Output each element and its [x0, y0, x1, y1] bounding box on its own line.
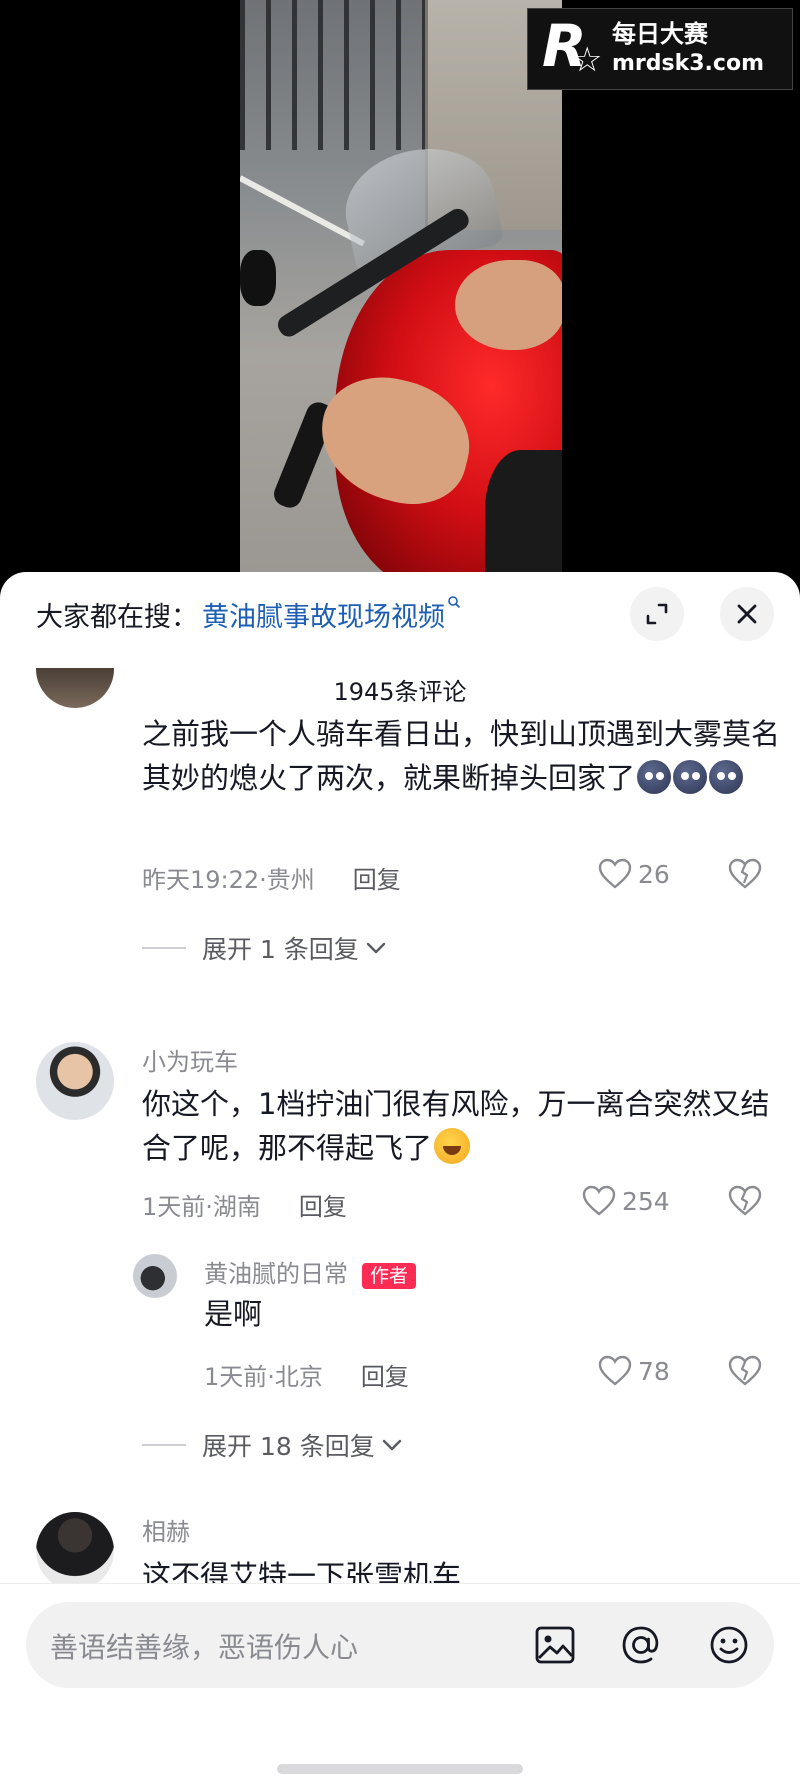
- reply-button[interactable]: 回复: [353, 860, 401, 895]
- chevron-down-icon: [366, 942, 386, 954]
- comment-input[interactable]: 善语结善缘，恶语伤人心: [26, 1602, 774, 1688]
- smiley-icon: [710, 1626, 748, 1664]
- close-icon: [737, 604, 757, 624]
- mention-button[interactable]: [618, 1622, 664, 1668]
- emoji-button[interactable]: [706, 1622, 752, 1668]
- broken-heart-icon: [728, 1355, 762, 1386]
- avatar[interactable]: [36, 1042, 114, 1120]
- blob-emoji: [709, 760, 744, 794]
- dislike-button[interactable]: [728, 1185, 762, 1221]
- comment-count-title: 1945条评论: [333, 678, 467, 706]
- comment-username[interactable]: 小为玩车: [142, 1042, 238, 1077]
- comment-time-location: 昨天19:22·贵州: [142, 866, 315, 894]
- broken-heart-icon: [728, 858, 762, 889]
- comment-input-placeholder: 善语结善缘，恶语伤人心: [50, 1631, 359, 1664]
- image-icon: [535, 1626, 575, 1664]
- watermark-url: mrdsk3.com: [612, 51, 764, 76]
- home-indicator[interactable]: [277, 1764, 523, 1774]
- video-jacket: [485, 450, 562, 590]
- search-suggestion-link[interactable]: 黄油腻事故现场视频: [202, 595, 445, 634]
- video-hand-right: [455, 260, 562, 350]
- search-suggestion[interactable]: 大家都在搜： 黄油腻事故现场视频: [36, 594, 461, 634]
- watermark: R ☆ 每日大赛 mrdsk3.com: [527, 8, 793, 90]
- heart-icon: [598, 1355, 632, 1386]
- expand-replies-button[interactable]: 展开 1 条回复: [142, 930, 387, 966]
- close-button[interactable]: [720, 587, 774, 641]
- expand-replies-label: 展开 18 条回复: [202, 1432, 375, 1461]
- reply-username[interactable]: 黄油腻的日常 作者: [204, 1254, 417, 1289]
- dislike-button[interactable]: [728, 1355, 762, 1391]
- comment-input-bar: 善语结善缘，恶语伤人心: [0, 1583, 800, 1787]
- watermark-name: 每日大赛: [612, 20, 708, 48]
- search-icon: [447, 595, 461, 613]
- video-mirror: [240, 250, 276, 306]
- heart-icon: [582, 1185, 616, 1216]
- comment-time-location: 1天前·湖南: [142, 1193, 261, 1221]
- blob-emoji: [673, 760, 708, 794]
- heart-icon: [598, 858, 632, 889]
- divider: [142, 947, 186, 949]
- divider: [142, 1444, 186, 1446]
- like-count: 78: [638, 1356, 670, 1386]
- video-player[interactable]: R ☆ 每日大赛 mrdsk3.com: [0, 0, 800, 590]
- comment-text: 之前我一个人骑车看日出，快到山顶遇到大雾莫名其妙的熄火了两次，就果断掉头回家了: [142, 717, 781, 795]
- expand-replies-button[interactable]: 展开 18 条回复: [142, 1427, 403, 1463]
- star-icon: ☆: [572, 40, 603, 80]
- laugh-cry-emoji: [434, 1128, 471, 1164]
- comment-username[interactable]: 相赫: [142, 1512, 190, 1547]
- dislike-button[interactable]: [728, 858, 762, 894]
- author-badge: 作者: [362, 1263, 417, 1289]
- blob-emoji: [637, 760, 672, 794]
- like-button[interactable]: 254: [582, 1185, 670, 1217]
- reply-button[interactable]: 回复: [299, 1187, 347, 1222]
- at-icon: [622, 1626, 659, 1664]
- avatar[interactable]: [133, 1254, 177, 1298]
- broken-heart-icon: [728, 1185, 762, 1216]
- comment-meta: 昨天19:22·贵州 回复: [142, 860, 401, 895]
- video-frame[interactable]: [240, 0, 562, 590]
- reply-button[interactable]: 回复: [361, 1357, 409, 1392]
- like-count: 26: [638, 859, 670, 889]
- like-button[interactable]: 26: [598, 858, 670, 890]
- comment-meta: 1天前·湖南 回复: [142, 1187, 347, 1222]
- avatar[interactable]: [36, 1512, 114, 1590]
- like-button[interactable]: 78: [598, 1355, 670, 1387]
- expand-replies-label: 展开 1 条回复: [202, 935, 359, 964]
- chevron-down-icon: [382, 1439, 401, 1451]
- like-count: 254: [622, 1186, 670, 1216]
- expand-icon: [646, 603, 668, 625]
- watermark-logo: R ☆: [542, 12, 603, 80]
- search-suggestion-prefix: 大家都在搜：: [36, 601, 198, 633]
- reply-text: 是啊: [204, 1297, 263, 1331]
- expand-button[interactable]: [630, 587, 684, 641]
- video-fence-scenery: [240, 0, 440, 150]
- reply-meta: 1天前·北京 回复: [204, 1357, 409, 1392]
- reply-time-location: 1天前·北京: [204, 1363, 323, 1391]
- image-button[interactable]: [532, 1622, 578, 1668]
- comment-text: 你这个，1档拧油门很有风险，万一离合突然又结合了呢，那不得起飞了: [142, 1087, 770, 1165]
